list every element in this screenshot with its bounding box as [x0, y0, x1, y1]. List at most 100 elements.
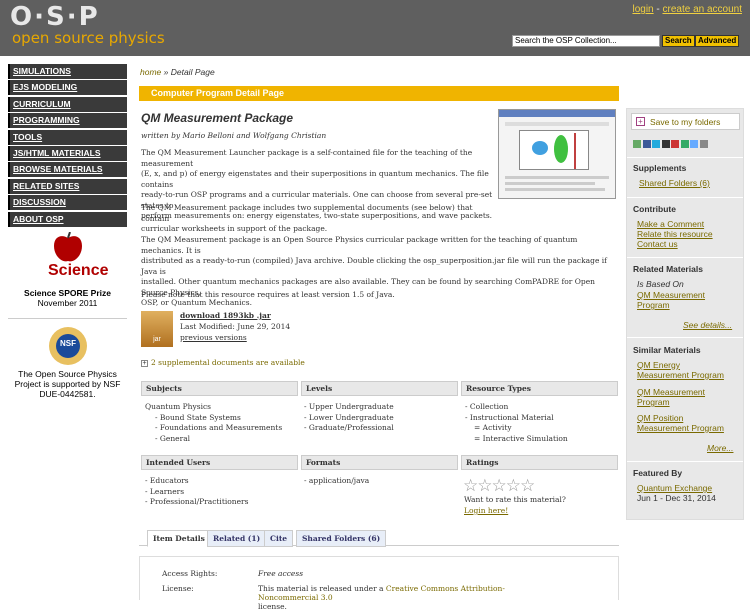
similar-qm-position-link[interactable]: QM Position [637, 413, 683, 423]
level-item: - Upper Undergraduate [304, 402, 394, 411]
jar-file-icon[interactable]: jar [141, 311, 173, 347]
resource-types-header: Resource Types [461, 381, 618, 396]
subject-item: Quantum Physics [145, 402, 212, 411]
nav-js-html-materials[interactable]: JS/HTML MATERIALS [8, 145, 127, 161]
bookmark-icon[interactable] [690, 140, 698, 148]
search-input[interactable]: Search the OSP Collection... [512, 35, 660, 47]
site-header: O·S·P open source physics login - create… [0, 0, 750, 56]
save-to-folders-link[interactable]: Save to my folders [650, 117, 720, 127]
type-item: = Interactive Simulation [474, 433, 568, 443]
delicious-icon[interactable] [661, 140, 670, 148]
osp-logo[interactable]: O·S·P [10, 2, 100, 32]
nav-browse-materials[interactable]: BROWSE MATERIALS [8, 162, 127, 178]
save-to-folders-box[interactable]: + Save to my folders [631, 113, 740, 130]
email-icon[interactable] [699, 140, 708, 148]
supplements-heading: Supplements [633, 163, 687, 173]
share-icons [633, 140, 709, 150]
rating-stars[interactable]: ☆☆☆☆☆ [463, 476, 535, 496]
login-link[interactable]: login [632, 4, 653, 15]
formats-header: Formats [301, 455, 458, 470]
nsf-line-3: DUE-0442581. [39, 389, 96, 399]
previous-versions-link[interactable]: previous versions [180, 333, 247, 342]
contact-us-link[interactable]: Contact us [637, 239, 678, 249]
shared-folders-link[interactable]: Shared Folders (6) [639, 178, 710, 188]
similar-qm-energy-link[interactable]: QM Energy [637, 360, 680, 370]
access-rights-value: Free access [258, 569, 304, 578]
osp-logo-subtitle[interactable]: open source physics [12, 29, 165, 47]
format-item: - application/java [304, 476, 370, 485]
last-modified: Last Modified: June 29, 2014 [180, 322, 291, 331]
twitter-icon[interactable] [652, 140, 660, 148]
thumbnail-text-strip [505, 176, 609, 179]
see-details-link[interactable]: See details... [683, 320, 732, 330]
nav-discussion[interactable]: DISCUSSION [8, 195, 127, 211]
nsf-line-1: The Open Source Physics [18, 369, 117, 379]
similar-qm-measurement-link-line2[interactable]: Program [637, 397, 670, 407]
spore-prize-label: Science SPORE Prize [24, 288, 111, 298]
section-title-bar: Computer Program Detail Page [139, 86, 619, 101]
text-line: The QM Measurement package is an Open So… [141, 235, 578, 255]
share-icon[interactable] [633, 140, 641, 148]
more-similar-link[interactable]: More... [707, 443, 733, 453]
ratings-header: Ratings [461, 455, 618, 470]
similar-qm-energy-link-line2[interactable]: Measurement Program [637, 370, 724, 380]
create-account-link[interactable]: create an account [663, 4, 743, 15]
facebook-icon[interactable] [642, 140, 651, 148]
science-award[interactable]: Science Science SPORE Prize November 201… [8, 231, 127, 308]
resource-screenshot-thumbnail[interactable] [498, 109, 616, 199]
account-links-separator: - [653, 4, 663, 15]
thumbnail-plot [519, 130, 589, 170]
digg-icon[interactable] [671, 140, 679, 148]
tab-item-details[interactable]: Item Details [147, 530, 211, 547]
subject-item: - Bound State Systems [155, 412, 241, 422]
formats-list: - application/java [304, 476, 369, 487]
download-link[interactable]: download 1893kb .jar [180, 311, 271, 320]
nav-tools[interactable]: TOOLS [8, 129, 127, 145]
nsf-award[interactable]: NSF The Open Source Physics Project is s… [8, 325, 127, 399]
search-button[interactable]: Search [662, 35, 695, 47]
make-comment-link[interactable]: Make a Comment [637, 219, 704, 229]
advanced-search-button[interactable]: Advanced [695, 35, 740, 47]
user-item: - Learners [145, 486, 185, 496]
related-qm-measurement-link[interactable]: QM Measurement [637, 290, 705, 300]
nav-related-sites[interactable]: RELATED SITES [8, 178, 127, 194]
tab-cite[interactable]: Cite [264, 530, 294, 547]
supplemental-toggle[interactable]: +2 supplemental documents are available [141, 358, 305, 367]
divider [627, 197, 743, 198]
breadcrumb-home[interactable]: home [140, 67, 161, 77]
quantum-exchange-link[interactable]: Quantum Exchange [637, 483, 712, 493]
resource-title: QM Measurement Package [141, 111, 294, 125]
java-note: Please note that this resource requires … [141, 290, 395, 299]
similar-qm-measurement-link[interactable]: QM Measurement [637, 387, 705, 397]
type-item: - Instructional Material [465, 412, 554, 422]
detail-tabs: Item Details Related (1) Cite Shared Fol… [139, 530, 619, 547]
text-line: distributed as a ready-to-run (compiled)… [141, 256, 607, 276]
nav-about-osp[interactable]: ABOUT OSP [8, 211, 127, 227]
relate-resource-link[interactable]: Relate this resource [637, 229, 713, 239]
license-label: License: [162, 584, 194, 593]
nav-simulations[interactable]: SIMULATIONS [8, 64, 127, 79]
nav-ejs-modeling[interactable]: EJS MODELING [8, 80, 127, 96]
nsf-logo-text: NSF [60, 339, 76, 348]
text-line: curricular worksheets in support of the … [141, 224, 328, 233]
text-line: (E, x, and p) of energy eigenstates and … [141, 169, 489, 189]
similar-qm-position-link-line2[interactable]: Measurement Program [637, 423, 724, 433]
similar-materials-heading: Similar Materials [633, 345, 701, 355]
type-item: = Activity [474, 423, 512, 432]
related-qm-measurement-link-line2[interactable]: Program [637, 300, 670, 310]
nav-programming[interactable]: PROGRAMMING [8, 113, 127, 129]
thumbnail-titlebar [499, 110, 615, 117]
plot-blob [554, 135, 568, 163]
stumbleupon-icon[interactable] [680, 140, 689, 148]
tab-shared-folders[interactable]: Shared Folders (6) [296, 530, 387, 547]
thumbnail-text-strip [505, 182, 595, 185]
breadcrumb-current: » Detail Page [163, 67, 215, 77]
nav-curriculum[interactable]: CURRICULUM [8, 96, 127, 112]
divider [627, 461, 743, 462]
license-suffix: license. [258, 602, 287, 611]
levels-header: Levels [301, 381, 458, 396]
login-here-link[interactable]: Login here! [464, 506, 508, 517]
apple-icon [53, 231, 82, 262]
tab-related[interactable]: Related (1) [207, 530, 267, 547]
intended-users-header: Intended Users [141, 455, 298, 470]
